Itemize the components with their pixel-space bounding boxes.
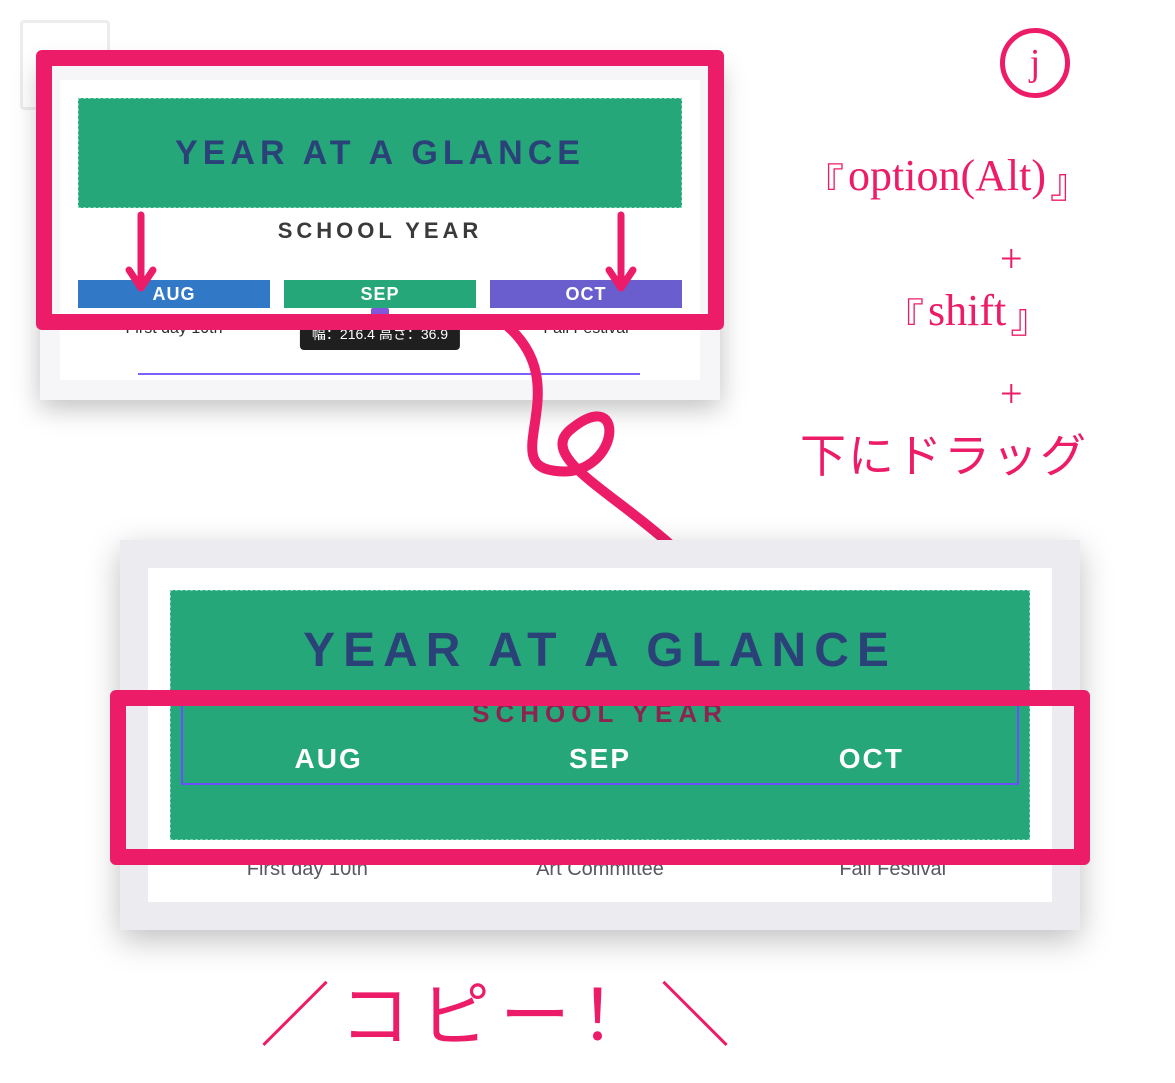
banner-title: YEAR AT A GLANCE bbox=[175, 134, 585, 173]
month-header: OCT bbox=[490, 280, 682, 308]
quote-close-icon: 』 bbox=[1050, 151, 1090, 209]
month-header: SEP bbox=[284, 280, 476, 308]
month-event: First day 10th bbox=[170, 848, 445, 891]
annotation-key-option: 『option(Alt)』 bbox=[800, 150, 1094, 209]
editor-screenshot-after: YEAR AT A GLANCE SCHOOL YEAR AUG SEP OCT… bbox=[120, 540, 1080, 930]
month-event: Art Committee bbox=[463, 848, 738, 891]
month-header: AUG bbox=[193, 737, 464, 781]
banner-selected-element[interactable]: YEAR AT A GLANCE bbox=[78, 98, 682, 208]
dimensions-tooltip: 幅：216.4 高さ：36.9 bbox=[300, 318, 460, 350]
annotation-plus: + bbox=[1000, 370, 1023, 417]
annotation-plus: + bbox=[1000, 235, 1023, 282]
month-header: OCT bbox=[736, 737, 1007, 781]
month-header: AUG bbox=[78, 280, 270, 308]
banner-subtitle: SCHOOL YEAR bbox=[78, 218, 682, 244]
month-card-oct[interactable]: OCT Fall Festival bbox=[490, 280, 682, 346]
annotation-key-shift: 『shift』 bbox=[880, 285, 1054, 344]
drag-target-outline bbox=[138, 373, 640, 375]
month-event: Fall Festival bbox=[755, 848, 1030, 891]
banner-title: YEAR AT A GLANCE bbox=[303, 623, 897, 678]
quote-close-icon: 』 bbox=[1010, 286, 1050, 344]
resize-handle-icon[interactable] bbox=[371, 308, 389, 316]
quote-open-icon: 『 bbox=[804, 151, 844, 209]
annotation-copy-label: ／コピー！＼ bbox=[260, 960, 740, 1061]
editor-screenshot-before: YEAR AT A GLANCE SCHOOL YEAR AUG First d… bbox=[40, 60, 720, 400]
month-header: SEP bbox=[464, 737, 735, 781]
banner-expanded-element[interactable]: YEAR AT A GLANCE SCHOOL YEAR AUG SEP OCT bbox=[170, 590, 1030, 840]
month-event: First day 10th bbox=[78, 308, 270, 346]
annotation-step-j: j bbox=[1000, 28, 1070, 98]
annotation-drag-down: 下にドラッグ bbox=[800, 420, 1088, 486]
banner-subtitle: SCHOOL YEAR bbox=[472, 698, 728, 729]
month-event: Fall Festival bbox=[490, 308, 682, 346]
quote-open-icon: 『 bbox=[884, 286, 924, 344]
month-card-aug[interactable]: AUG First day 10th bbox=[78, 280, 270, 346]
